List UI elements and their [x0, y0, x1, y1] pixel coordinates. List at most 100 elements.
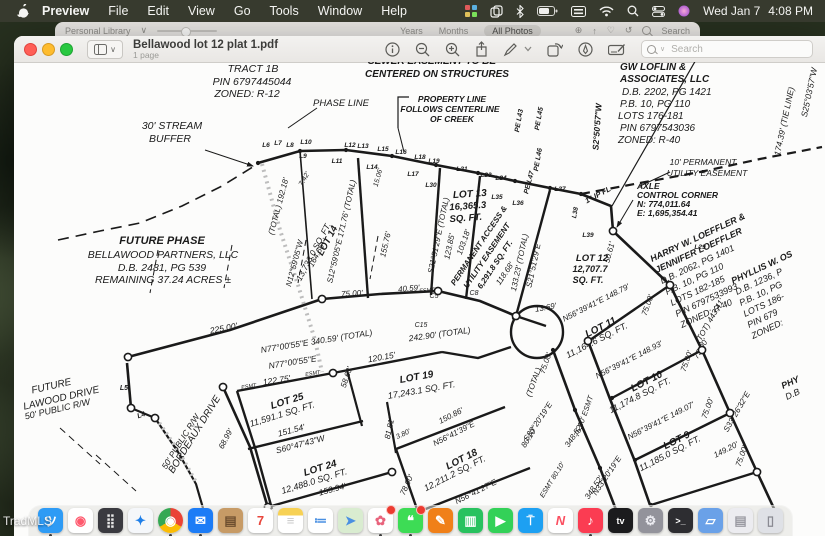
photos-search-label[interactable]: Search [661, 26, 690, 36]
add-icon[interactable]: ⊕ [575, 25, 583, 36]
watermark: TradMLS [3, 514, 52, 528]
downloads-folder-icon: ▱ [698, 508, 723, 533]
traffic-lights [24, 43, 73, 56]
zoom-slider[interactable] [157, 30, 217, 32]
music-icon: ♪ [578, 508, 603, 533]
dock-app-music[interactable]: ♪ [578, 508, 603, 533]
chevron-down-icon: ∨ [660, 45, 665, 53]
news-icon: N [548, 508, 573, 533]
dock-app-safari[interactable]: ✦ [128, 508, 153, 533]
markup-chevron-icon[interactable] [524, 46, 532, 52]
keynote-icon: ⍑ [518, 508, 543, 533]
search-field[interactable]: ∨ [641, 40, 813, 58]
dock-app-downloads-folder[interactable]: ▱ [698, 508, 723, 533]
dock-app-tv[interactable]: tv [608, 508, 633, 533]
photos-tab-all-photos[interactable]: All Photos [484, 25, 541, 37]
menu-time: 4:08 PM [768, 4, 813, 18]
battery-icon[interactable] [537, 6, 558, 17]
tv-icon: tv [608, 508, 633, 533]
dock-app-notes[interactable]: ≡ [278, 508, 303, 533]
safari-icon: ✦ [128, 508, 153, 533]
menu-item-preview[interactable]: Preview [42, 4, 89, 18]
dock-app-mail[interactable]: ✉ [188, 508, 213, 533]
rotate-left-icon[interactable] [547, 42, 563, 57]
menu-item-tools[interactable]: Tools [270, 4, 299, 18]
share-icon[interactable]: ↑ [592, 26, 597, 36]
mail-icon: ✉ [188, 508, 213, 533]
menu-bar: Preview File Edit View Go Tools Window Help Wed… [0, 0, 825, 22]
color-grid-icon[interactable] [465, 5, 477, 17]
dock-app-reminders[interactable]: ≔ [308, 508, 333, 533]
close-button[interactable] [24, 43, 37, 56]
dock-app-chrome[interactable]: ◉ [158, 508, 183, 533]
menu-item-window[interactable]: Window [318, 4, 362, 18]
search-icon[interactable] [627, 5, 639, 17]
share-icon[interactable] [475, 41, 488, 57]
dock-app-system-settings[interactable]: ⚙ [638, 508, 663, 533]
menu-item-help[interactable]: Help [381, 4, 407, 18]
tint-circle-icon[interactable] [678, 5, 690, 17]
minimize-button[interactable] [42, 43, 55, 56]
zoom-in-icon[interactable] [445, 42, 460, 57]
heart-icon[interactable]: ♡ [607, 25, 615, 36]
title-bar: ∨ Bellawood lot 12 plat 1.pdf 1 page ∨ [14, 36, 825, 63]
notes-icon: ≡ [278, 508, 303, 533]
dock-app-facetime[interactable]: ▶ [488, 508, 513, 533]
menu-clock[interactable]: Wed Jan 7 4:08 PM [703, 4, 813, 18]
form-fill-icon[interactable] [608, 43, 626, 56]
dock-app-messages[interactable]: ❝ [398, 508, 423, 533]
dock-app-keynote[interactable]: ⍑ [518, 508, 543, 533]
menu-item-file[interactable]: File [108, 4, 128, 18]
info-icon[interactable] [385, 42, 400, 57]
sign-icon[interactable] [578, 42, 593, 57]
photos-tab-years[interactable]: Years [400, 26, 423, 36]
trash-icon: ▯ [758, 508, 783, 533]
launchpad-icon: ⣿ [98, 508, 123, 533]
dock-app-numbers[interactable]: ▥ [458, 508, 483, 533]
preview-window: ∨ Bellawood lot 12 plat 1.pdf 1 page ∨ [14, 36, 825, 536]
chevron-down-icon: ∨ [141, 25, 148, 36]
library-label[interactable]: Personal Library [65, 26, 131, 36]
apple-menu-icon[interactable] [12, 4, 34, 19]
copy-icon[interactable] [490, 5, 503, 18]
notification-badge [416, 505, 426, 515]
system-settings-icon: ⚙ [638, 508, 663, 533]
app-store-icon: ◉ [68, 508, 93, 533]
dock-app-orange-draw-app[interactable]: ✎ [428, 508, 453, 533]
keyboard-icon[interactable] [571, 6, 586, 17]
dock-app-contacts[interactable]: ▤ [218, 508, 243, 533]
contacts-icon: ▤ [218, 508, 243, 533]
maps-icon: ➤ [338, 508, 363, 533]
chevron-down-icon: ∨ [110, 45, 116, 54]
notification-badge [386, 505, 396, 515]
control-center-icon[interactable] [652, 6, 665, 17]
sidebar-toggle-button[interactable]: ∨ [87, 40, 123, 59]
reminders-icon: ≔ [308, 508, 333, 533]
dock-app-news[interactable]: N [548, 508, 573, 533]
dock-app-maps[interactable]: ➤ [338, 508, 363, 533]
wifi-icon[interactable] [599, 6, 614, 17]
dock: ツ◉⣿✦◉✉▤7≡≔➤✿❝✎▥▶⍑N♪tv⚙>_▱▤▯ [28, 505, 793, 536]
dock-app-photos[interactable]: ✿ [368, 508, 393, 533]
photos-tab-months[interactable]: Months [439, 26, 469, 36]
search-input[interactable] [669, 43, 793, 56]
dock-app-launchpad[interactable]: ⣿ [98, 508, 123, 533]
status-icons: Wed Jan 7 4:08 PM [465, 4, 813, 18]
rotate-icon[interactable]: ↺ [625, 25, 633, 36]
chrome-icon: ◉ [158, 508, 183, 533]
menu-item-edit[interactable]: Edit [147, 4, 169, 18]
dock-app-app-store[interactable]: ◉ [68, 508, 93, 533]
dock-app-documents-stack[interactable]: ▤ [728, 508, 753, 533]
zoom-out-icon[interactable] [415, 42, 430, 57]
menu-item-go[interactable]: Go [234, 4, 251, 18]
fullscreen-button[interactable] [60, 43, 73, 56]
dock-app-trash[interactable]: ▯ [758, 508, 783, 533]
bluetooth-icon[interactable] [516, 5, 524, 18]
dock-app-terminal[interactable]: >_ [668, 508, 693, 533]
photos-tabs: Years Months All Photos [400, 25, 541, 37]
terminal-icon: >_ [668, 508, 693, 533]
orange-draw-app-icon: ✎ [428, 508, 453, 533]
markup-icon[interactable] [503, 42, 518, 57]
menu-item-view[interactable]: View [188, 4, 215, 18]
dock-app-calendar[interactable]: 7 [248, 508, 273, 533]
